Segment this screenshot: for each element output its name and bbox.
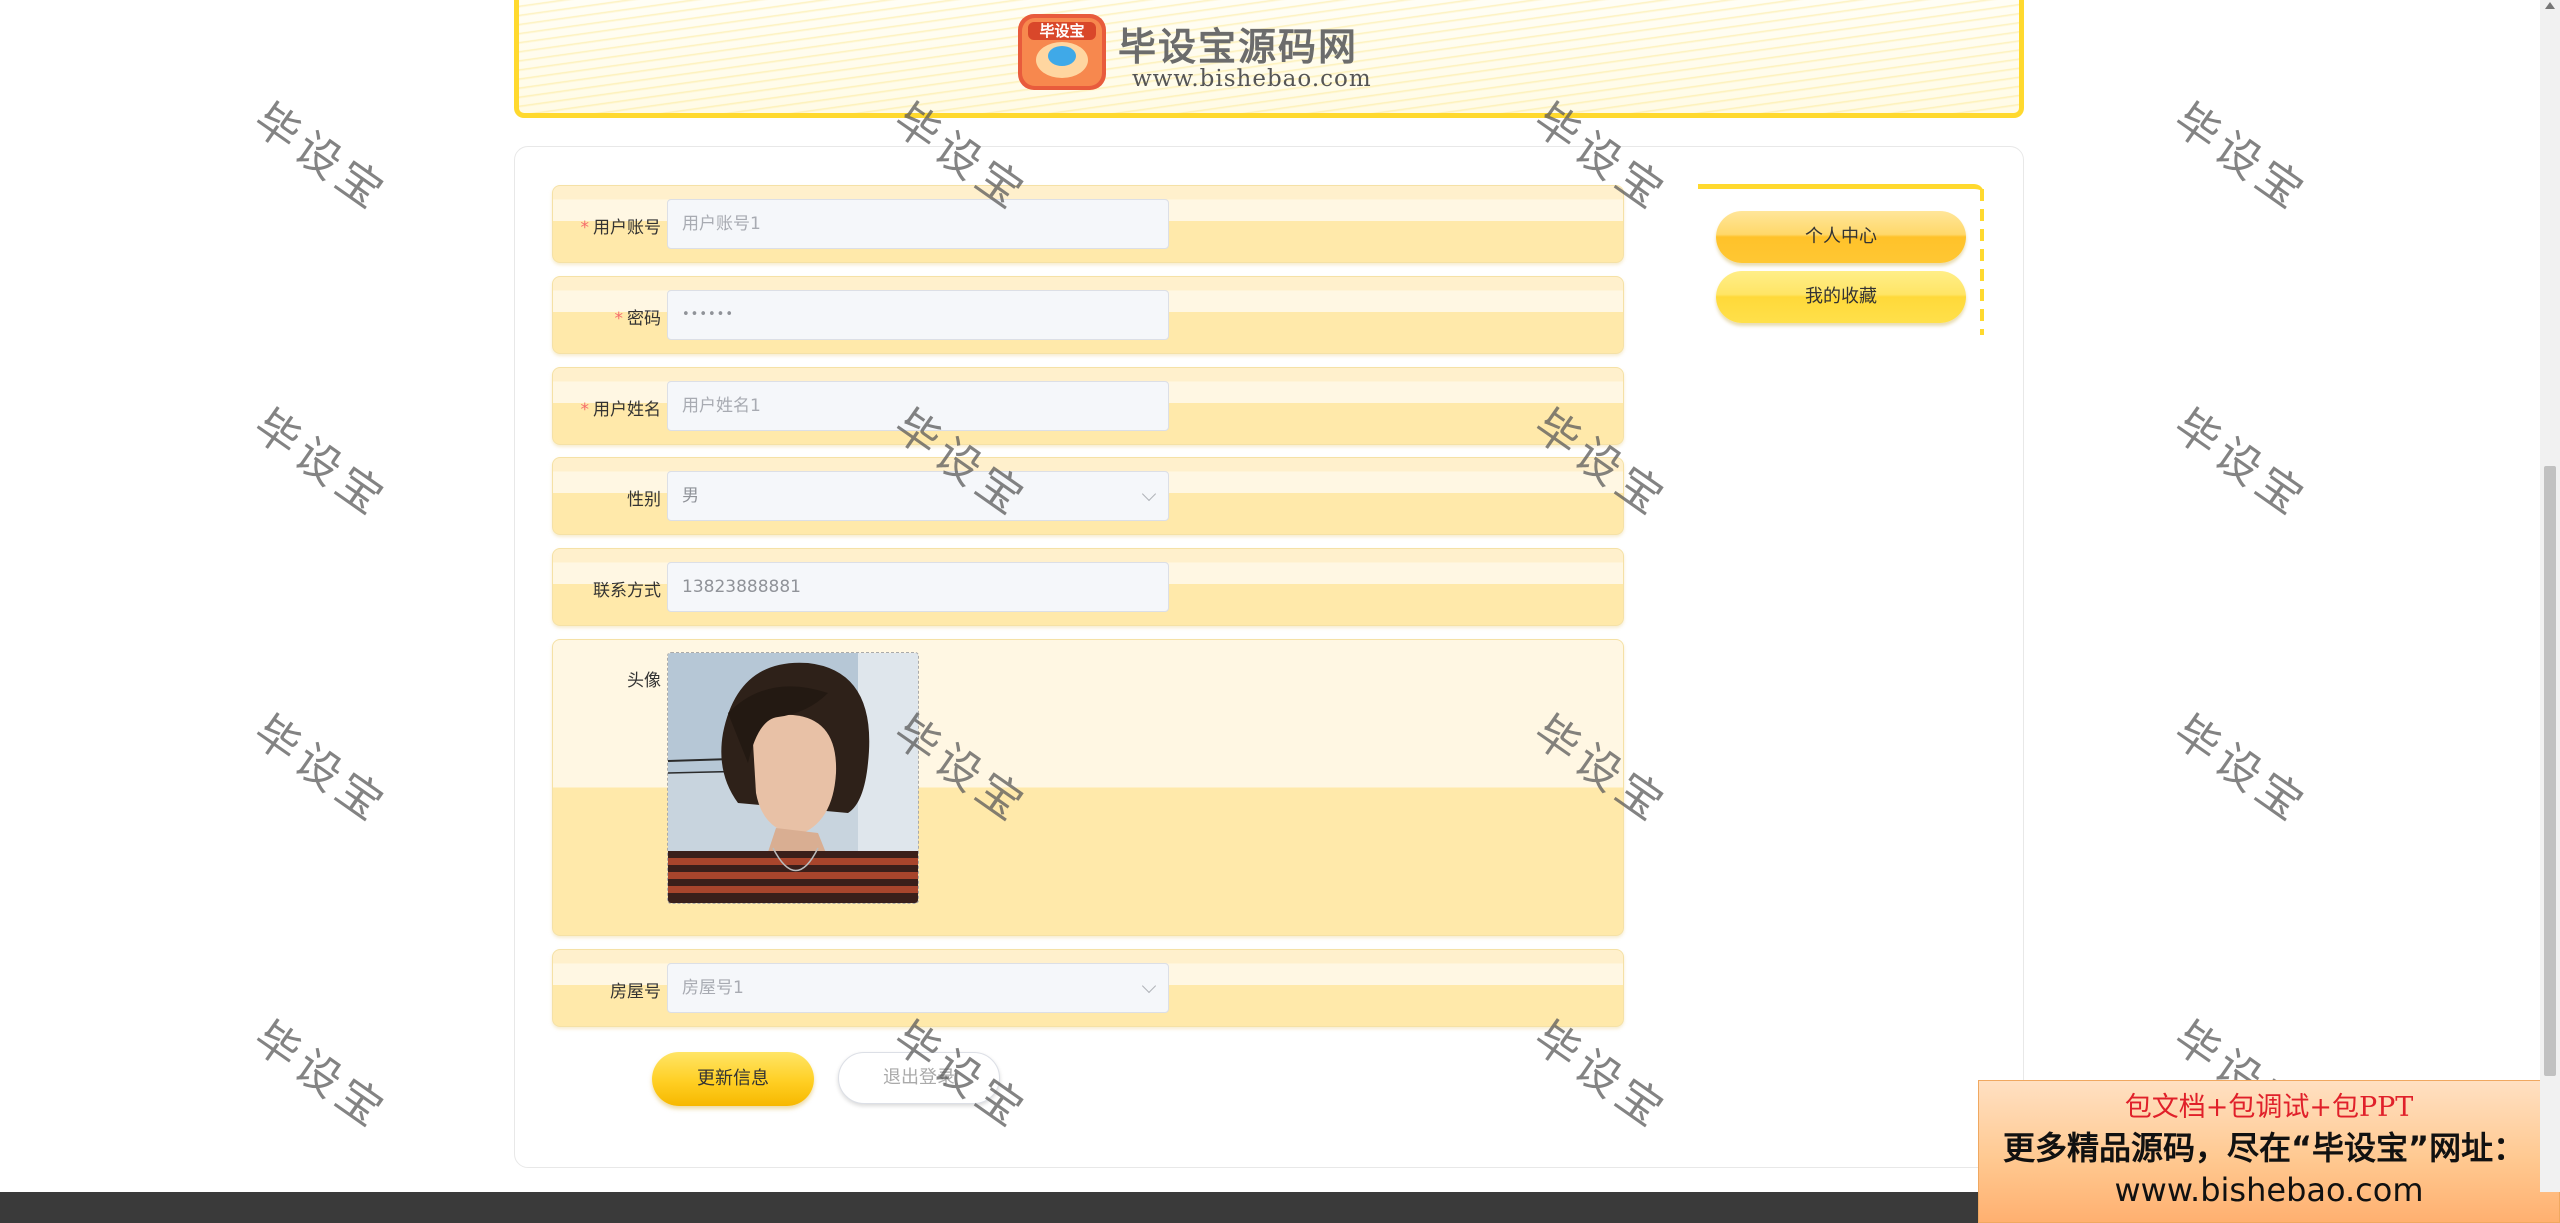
account-input[interactable]: 用户账号1 (667, 199, 1169, 249)
chevron-down-icon (1141, 486, 1157, 502)
gender-select[interactable]: 男 (667, 471, 1169, 521)
update-info-button[interactable]: 更新信息 (652, 1052, 814, 1106)
form-row-password: * 密码 •••••• (552, 276, 1624, 354)
form-row-gender: 性别 男 (552, 457, 1624, 535)
password-input[interactable]: •••••• (667, 290, 1169, 340)
form-row-room: 房屋号 房屋号1 (552, 949, 1624, 1027)
logo-title: 毕设宝源码网 (1118, 25, 1359, 69)
ad-line-3: www.bishebao.com (2114, 1171, 2424, 1209)
room-label: 房屋号 (610, 982, 661, 1002)
contact-label: 联系方式 (593, 581, 661, 601)
room-placeholder: 房屋号1 (682, 978, 744, 998)
watermark: 毕设宝 (2164, 93, 2317, 222)
side-menu: 个人中心 我的收藏 (1698, 184, 1984, 335)
avatar-label: 头像 (627, 671, 661, 691)
required-mark: * (614, 309, 624, 329)
form-row-contact: 联系方式 13823888881 (552, 548, 1624, 626)
watermark: 毕设宝 (244, 1011, 397, 1140)
watermark: 毕设宝 (244, 93, 397, 222)
ad-line-2: 更多精品源码，尽在“毕设宝”网址： (2003, 1129, 2526, 1167)
required-mark: * (580, 218, 590, 238)
name-input[interactable]: 用户姓名1 (667, 381, 1169, 431)
watermark: 毕设宝 (2164, 705, 2317, 834)
scroll-up-arrow-icon[interactable] (2545, 2, 2555, 9)
form-row-avatar: 头像 (552, 639, 1624, 936)
form-row-name: * 用户姓名 用户姓名1 (552, 367, 1624, 445)
contact-input[interactable]: 13823888881 (667, 562, 1169, 612)
avatar-uploader[interactable] (667, 652, 919, 904)
side-menu-dashed-edge (1980, 189, 1984, 335)
name-label: * 用户姓名 (580, 400, 662, 420)
watermark: 毕设宝 (244, 399, 397, 528)
required-mark: * (580, 400, 590, 420)
banner-dashed-edge (2020, 0, 2024, 60)
logout-button[interactable]: 退出登录 (838, 1052, 1000, 1104)
page-scrollbar[interactable] (2540, 0, 2560, 1192)
account-label: * 用户账号 (580, 218, 662, 238)
logo-url: www.bishebao.com (1132, 66, 1372, 92)
scroll-thumb[interactable] (2544, 466, 2556, 1076)
avatar-image (668, 653, 918, 903)
form-row-account: * 用户账号 用户账号1 (552, 185, 1624, 263)
logo-badge-icon: 毕设宝 (1018, 14, 1106, 90)
chevron-down-icon (1141, 978, 1157, 994)
gender-value: 男 (682, 486, 699, 506)
password-label: * 密码 (614, 309, 662, 329)
promo-ad[interactable]: 包文档+包调试+包PPT 更多精品源码，尽在“毕设宝”网址： www.bishe… (1978, 1080, 2560, 1223)
room-select[interactable]: 房屋号1 (667, 963, 1169, 1013)
site-logo[interactable]: 毕设宝 毕设宝源码网 www.bishebao.com (1014, 6, 1434, 96)
ad-line-1: 包文档+包调试+包PPT (2124, 1092, 2414, 1123)
side-menu-item-my-favorites[interactable]: 我的收藏 (1716, 271, 1966, 323)
watermark: 毕设宝 (244, 705, 397, 834)
svg-text:毕设宝: 毕设宝 (1039, 22, 1084, 40)
watermark: 毕设宝 (2164, 399, 2317, 528)
side-menu-item-personal-center[interactable]: 个人中心 (1716, 211, 1966, 263)
gender-label: 性别 (627, 490, 661, 510)
